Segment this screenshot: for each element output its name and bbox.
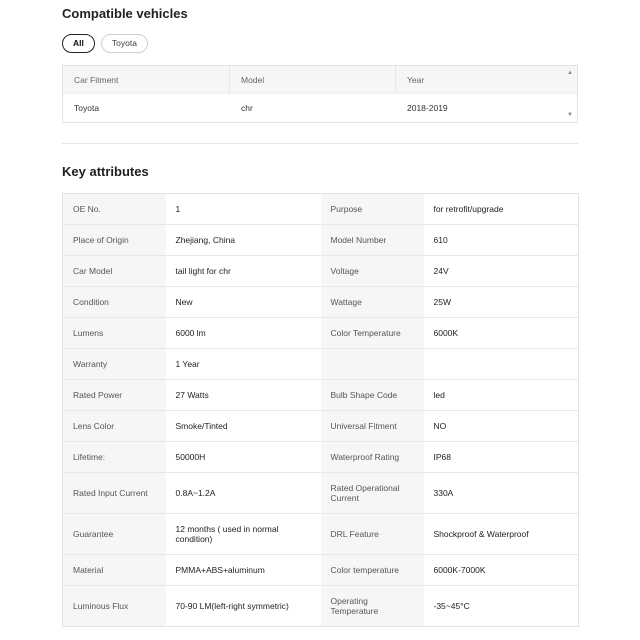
fitment-row: Toyota chr 2018-2019 bbox=[63, 94, 577, 122]
fitment-cell-year: 2018-2019 bbox=[407, 103, 448, 113]
attribute-key: Bulb Shape Code bbox=[320, 379, 424, 411]
attribute-value: Shockproof & Waterproof bbox=[423, 513, 579, 555]
attribute-value: 0.8A~1.2A bbox=[165, 472, 321, 514]
attribute-key: Warranty bbox=[62, 348, 166, 380]
attribute-value: IP68 bbox=[423, 441, 579, 473]
attribute-value: 6000K bbox=[423, 317, 579, 349]
attribute-key bbox=[320, 348, 424, 380]
vehicle-filter-chips: All Toyota bbox=[62, 34, 148, 53]
filter-chip-toyota[interactable]: Toyota bbox=[100, 34, 148, 53]
attribute-row: Car Model tail light for chr Voltage 24V bbox=[62, 255, 579, 287]
attribute-key: Lens Color bbox=[62, 410, 166, 442]
key-attributes-heading: Key attributes bbox=[62, 164, 149, 179]
attribute-key: Car Model bbox=[62, 255, 166, 287]
attribute-value: 1 Year bbox=[165, 348, 321, 380]
filter-chip-all[interactable]: All bbox=[62, 34, 95, 53]
section-divider bbox=[62, 143, 578, 144]
attribute-row: Luminous Flux 70-90 LM(left-right symmet… bbox=[62, 585, 579, 627]
attribute-row: OE No. 1 Purpose for retrofit/upgrade bbox=[62, 193, 579, 225]
attribute-row: Rated Input Current 0.8A~1.2A Rated Oper… bbox=[62, 472, 579, 514]
attribute-value: 6000K-7000K bbox=[423, 554, 579, 586]
attribute-value: 24V bbox=[423, 255, 579, 287]
scroll-up-arrow-icon[interactable]: ▲ bbox=[567, 70, 573, 76]
attribute-key: Waterproof Rating bbox=[320, 441, 424, 473]
fitment-header-year: Year bbox=[407, 74, 425, 85]
attribute-row: Rated Power 27 Watts Bulb Shape Code led bbox=[62, 379, 579, 411]
attribute-value: for retrofit/upgrade bbox=[423, 193, 579, 225]
attribute-value: led bbox=[423, 379, 579, 411]
attribute-value: NO bbox=[423, 410, 579, 442]
attribute-key: Voltage bbox=[320, 255, 424, 287]
attribute-value: 12 months ( used in normal condition) bbox=[165, 513, 321, 555]
attribute-key: Purpose bbox=[320, 193, 424, 225]
attribute-value: New bbox=[165, 286, 321, 318]
attribute-row: Lumens 6000 lm Color Temperature 6000K bbox=[62, 317, 579, 349]
attribute-value: tail light for chr bbox=[165, 255, 321, 287]
fitment-cell-car: Toyota bbox=[74, 103, 100, 113]
attribute-row: Lifetime: 50000H Waterproof Rating IP68 bbox=[62, 441, 579, 473]
attribute-value: 6000 lm bbox=[165, 317, 321, 349]
attribute-value: Zhejiang, China bbox=[165, 224, 321, 256]
attribute-key: Wattage bbox=[320, 286, 424, 318]
attribute-key: Model Number bbox=[320, 224, 424, 256]
fitment-header-row: Car Fitment Model Year bbox=[63, 66, 577, 94]
attribute-key: Color Temperature bbox=[320, 317, 424, 349]
attribute-row: Material PMMA+ABS+aluminum Color tempera… bbox=[62, 554, 579, 586]
fitment-header-car: Car Fitment bbox=[63, 66, 230, 93]
attribute-value: 330A bbox=[423, 472, 579, 514]
fitment-table: Car Fitment Model Year Toyota chr 2018-2… bbox=[62, 65, 578, 123]
attribute-key: Condition bbox=[62, 286, 166, 318]
attribute-key: Place of Origin bbox=[62, 224, 166, 256]
attribute-value: 1 bbox=[165, 193, 321, 225]
attribute-row: Warranty 1 Year bbox=[62, 348, 579, 380]
attribute-key: Rated Power bbox=[62, 379, 166, 411]
attribute-value: 70-90 LM(left-right symmetric) bbox=[165, 585, 321, 627]
attribute-key: Color temperature bbox=[320, 554, 424, 586]
attribute-key: Lumens bbox=[62, 317, 166, 349]
attribute-value bbox=[423, 348, 579, 380]
attribute-value: 610 bbox=[423, 224, 579, 256]
attribute-row: Lens Color Smoke/Tinted Universal Fitmen… bbox=[62, 410, 579, 442]
fitment-cell-model: chr bbox=[241, 103, 253, 113]
attribute-value: 25W bbox=[423, 286, 579, 318]
attribute-row: Place of Origin Zhejiang, China Model Nu… bbox=[62, 224, 579, 256]
key-attributes-table: OE No. 1 Purpose for retrofit/upgrade Pl… bbox=[62, 193, 579, 627]
attribute-value: 50000H bbox=[165, 441, 321, 473]
attribute-value: Smoke/Tinted bbox=[165, 410, 321, 442]
attribute-key: Lifetime: bbox=[62, 441, 166, 473]
attribute-key: DRL Feature bbox=[320, 513, 424, 555]
attribute-value: -35~45°C bbox=[423, 585, 579, 627]
attribute-key: Luminous Flux bbox=[62, 585, 166, 627]
attribute-key: Rated Input Current bbox=[62, 472, 166, 514]
attribute-value: 27 Watts bbox=[165, 379, 321, 411]
compatible-vehicles-heading: Compatible vehicles bbox=[62, 6, 188, 21]
attribute-key: Rated Operational Current bbox=[320, 472, 424, 514]
attribute-key: Material bbox=[62, 554, 166, 586]
attribute-key: Operating Temperature bbox=[320, 585, 424, 627]
attribute-row: Condition New Wattage 25W bbox=[62, 286, 579, 318]
scroll-down-arrow-icon[interactable]: ▼ bbox=[567, 112, 573, 118]
fitment-header-model: Model bbox=[230, 66, 396, 93]
attribute-key: Guarantee bbox=[62, 513, 166, 555]
attribute-key: Universal Fitment bbox=[320, 410, 424, 442]
attribute-value: PMMA+ABS+aluminum bbox=[165, 554, 321, 586]
attribute-key: OE No. bbox=[62, 193, 166, 225]
attribute-row: Guarantee 12 months ( used in normal con… bbox=[62, 513, 579, 555]
